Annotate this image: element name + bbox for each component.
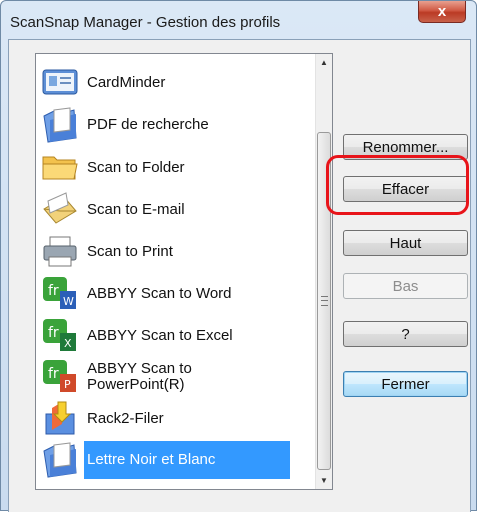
profile-list-items: CardMinder PDF de recherche Scan to Folder… [36,54,314,489]
close-window-button[interactable]: x [418,1,466,23]
scroll-down-arrow[interactable]: ▼ [316,472,332,489]
profile-label: Rack2-Filer [87,410,164,427]
svg-text:fr: fr [48,325,59,341]
svg-text:fr: fr [48,366,59,382]
dialog-body: CardMinder PDF de recherche Scan to Folder… [8,39,471,512]
profile-list[interactable]: CardMinder PDF de recherche Scan to Folder… [35,53,333,490]
svg-text:P: P [64,378,71,391]
profile-label: Scan to E-mail [87,201,185,218]
profile-label: CardMinder [87,74,166,91]
profile-list-item[interactable]: CardMinder [40,63,314,103]
email-icon [40,191,84,229]
scroll-grip-icon [321,296,328,306]
profile-list-item[interactable]: Scan to Folder [40,148,314,188]
profile-label: Scan to Folder [87,159,185,176]
profile-list-item[interactable]: PDF de recherche [40,105,314,145]
move-up-button[interactable]: Haut [343,230,468,256]
cardminder-icon [40,64,84,102]
title-bar[interactable]: ScanSnap Manager - Gestion des profils x [1,1,476,41]
window-title: ScanSnap Manager - Gestion des profils [10,14,281,31]
profile-list-item[interactable]: Scan to E-mail [40,190,314,230]
rack2-filer-icon [40,400,84,438]
abbyy-excel-icon: fr X [40,317,84,355]
profile-list-item[interactable]: Lettre Noir et Blanc [40,440,314,480]
profile-label: ABBYY Scan to Word [87,285,232,302]
profile-list-item[interactable]: fr X ABBYY Scan to Excel [40,316,314,356]
move-down-button[interactable]: Bas [343,273,468,299]
profile-label: PDF de recherche [87,116,209,133]
profile-list-item[interactable]: fr P ABBYY Scan to PowerPoint(R) [40,357,314,397]
printer-icon [40,233,84,271]
profile-list-item[interactable]: Scan to Print [40,232,314,272]
abbyy-word-icon: fr W [40,275,84,313]
svg-text:X: X [64,337,72,350]
help-button[interactable]: ? [343,321,468,347]
svg-text:W: W [63,295,74,308]
profile-label: ABBYY Scan to PowerPoint(R) [87,360,192,393]
folder-icon [40,441,84,479]
profile-list-item[interactable]: Rack2-Filer [40,399,314,439]
profile-label: Lettre Noir et Blanc [84,441,290,479]
folder-icon [40,106,84,144]
highlight-annotation [326,155,469,215]
scroll-up-arrow[interactable]: ▲ [316,54,332,71]
list-scrollbar[interactable]: ▲ ▼ [315,54,332,489]
profile-list-item[interactable]: fr W ABBYY Scan to Word [40,274,314,314]
profile-manager-window: ScanSnap Manager - Gestion des profils x… [0,0,477,512]
close-button[interactable]: Fermer [343,371,468,397]
svg-text:fr: fr [48,283,59,299]
profile-label: ABBYY Scan to Excel [87,327,233,344]
abbyy-powerpoint-icon: fr P [40,358,84,396]
folder-open-icon [40,149,84,187]
profile-label: Scan to Print [87,243,173,260]
